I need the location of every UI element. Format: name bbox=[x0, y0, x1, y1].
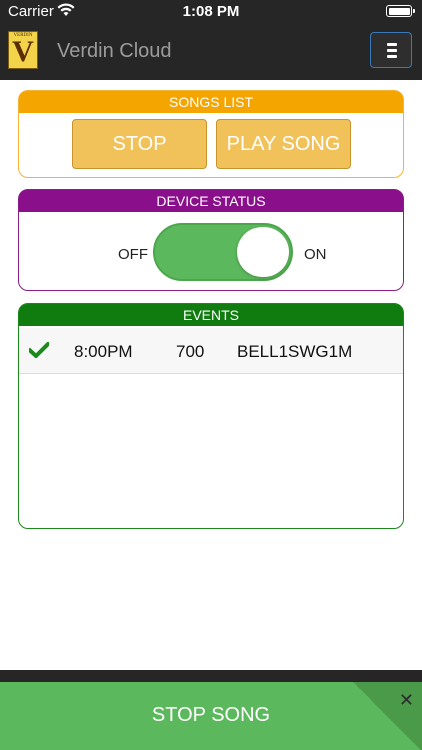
menu-button[interactable] bbox=[370, 32, 412, 68]
verdin-logo: VERDIN V bbox=[8, 31, 38, 69]
events-panel: EVENTS 8:00PM 700 BELL1SWG1M bbox=[18, 303, 404, 529]
hamburger-icon bbox=[387, 43, 397, 59]
status-bar: Carrier 1:08 PM bbox=[0, 0, 422, 24]
on-label: ON bbox=[304, 246, 327, 263]
event-time: 8:00PM bbox=[74, 342, 133, 361]
event-row[interactable]: 8:00PM 700 BELL1SWG1M bbox=[19, 328, 403, 374]
stop-song-label: STOP SONG bbox=[151, 704, 271, 726]
device-status-header: DEVICE STATUS bbox=[19, 190, 403, 212]
event-number: 700 bbox=[176, 342, 205, 361]
close-icon[interactable]: ✕ bbox=[399, 690, 414, 711]
battery-icon bbox=[386, 5, 415, 17]
device-power-toggle[interactable] bbox=[153, 223, 293, 281]
toggle-knob[interactable] bbox=[237, 227, 289, 277]
device-status-panel: DEVICE STATUS OFF ON bbox=[18, 189, 404, 291]
event-name: BELL1SWG1M bbox=[237, 342, 353, 361]
checkmark-icon bbox=[29, 342, 49, 358]
off-label: OFF bbox=[118, 246, 148, 263]
play-song-button[interactable]: PLAY SONG bbox=[216, 119, 351, 169]
bottom-divider bbox=[0, 670, 422, 682]
app-header: VERDIN V Verdin Cloud bbox=[0, 24, 422, 80]
clock: 1:08 PM bbox=[182, 3, 240, 20]
app-title: Verdin Cloud bbox=[57, 40, 172, 62]
events-header: EVENTS bbox=[19, 304, 403, 326]
songs-list-header: SONGS LIST bbox=[19, 91, 403, 113]
songs-list-panel: SONGS LIST STOP PLAY SONG bbox=[18, 90, 404, 178]
stop-button[interactable]: STOP bbox=[72, 119, 207, 169]
